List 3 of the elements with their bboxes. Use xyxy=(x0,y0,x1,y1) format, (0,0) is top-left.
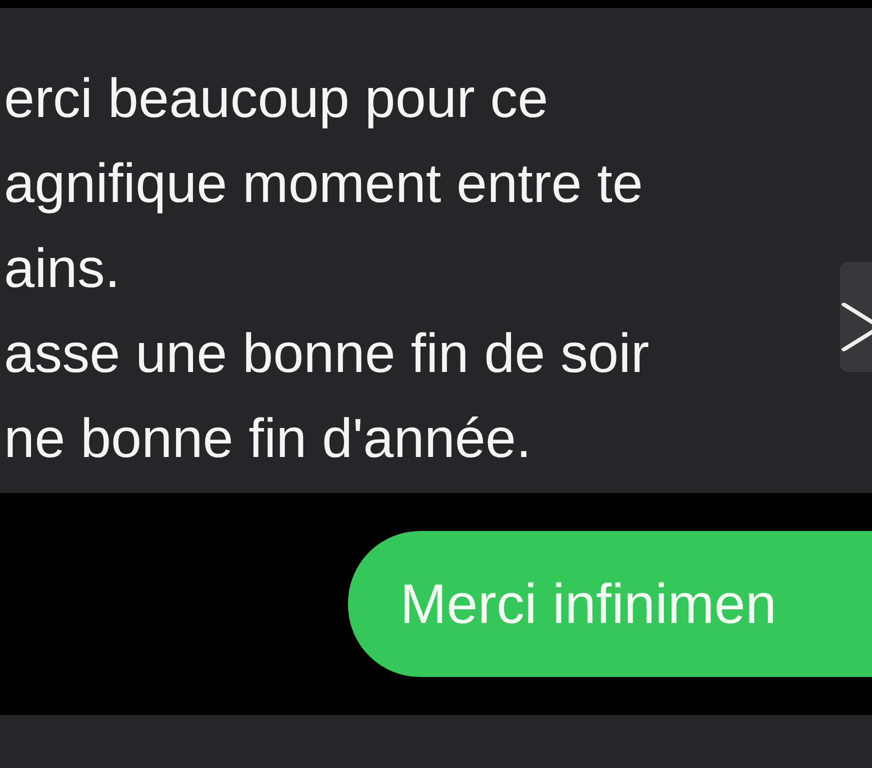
next-button[interactable] xyxy=(840,262,872,372)
message-text: Merci infinimen xyxy=(400,571,777,637)
message-text: erci beaucoup pour ce agnifique moment entre te ains. asse une bonne fin de soir ne bonne fin d'année. xyxy=(4,66,650,471)
